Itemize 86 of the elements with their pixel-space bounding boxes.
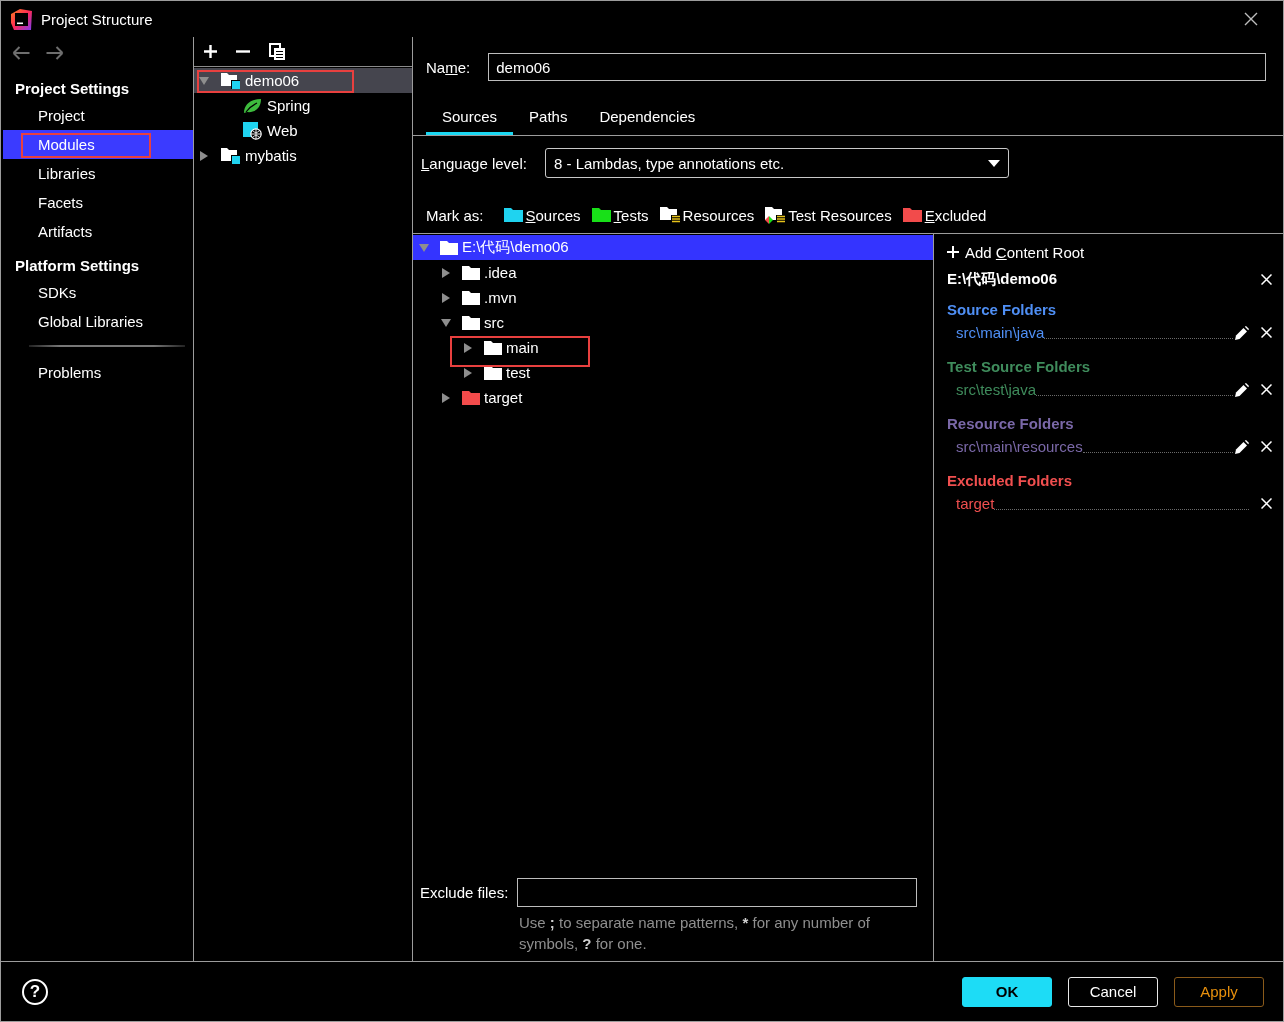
mark-as-option[interactable]: Test Resources [765,206,892,224]
tab[interactable]: Paths [513,101,584,135]
nav-item[interactable]: Libraries [3,159,193,188]
app-logo-icon [11,8,32,30]
nav-item[interactable]: Facets [3,188,193,217]
copy-icon[interactable] [269,43,285,60]
back-arrow-icon[interactable] [12,46,30,60]
mark-as-option[interactable]: Sources [503,206,581,224]
expand-toggle-icon[interactable] [419,242,429,253]
section-heading: Excluded Folders [947,471,1074,491]
section-heading: Source Folders [947,300,1058,320]
expand-toggle-icon[interactable] [441,292,451,303]
dialog-button[interactable]: OK [962,976,1052,1007]
expand-toggle-icon[interactable] [441,317,451,328]
section-heading: Project Settings [14,79,131,99]
folder-icon [591,208,611,222]
help-button[interactable]: ? [22,978,48,1005]
language-level-dropdown[interactable]: 8 - Lambdas, type annotations etc. [545,148,1009,178]
nav-item[interactable]: Project [3,101,193,130]
field-label: Exclude files: [420,884,509,901]
module-folder-icon [221,147,240,164]
add-content-root-button[interactable]: Add Content Root [947,240,1085,264]
folder-icon [462,315,480,330]
tree-item[interactable]: Web [194,118,412,143]
leaf-icon [243,97,262,114]
tree-item[interactable]: demo06 [194,68,412,93]
globe-tile-icon [243,121,262,140]
tree-item[interactable]: E:\代码\demo06 [413,235,933,260]
tab[interactable]: Sources [426,101,514,135]
tree-item[interactable]: src [413,310,933,335]
folder-icon [462,390,480,405]
folder-path: src\main\resources [956,438,1083,455]
nav-item[interactable]: Modules [3,130,193,159]
folder-icon [484,340,502,355]
section-heading: Platform Settings [14,256,141,276]
mark-as-option[interactable]: Resources [659,206,755,224]
field-label: Mark as: [426,206,484,224]
hint-text: Use ; to separate name patterns, * for any number of symbols, ? for one. [519,913,872,954]
resource-folder-icon [659,207,680,223]
tree-item[interactable]: mybatis [194,143,412,168]
folder-icon [902,208,922,222]
add-icon[interactable] [204,45,217,58]
field-label: Name: [426,58,471,76]
pencil-icon[interactable] [1235,325,1249,340]
tree-item[interactable]: test [413,360,933,385]
field-label: Language level: [421,154,528,172]
tab[interactable]: Dependencies [583,101,712,135]
expand-toggle-icon[interactable] [463,367,473,378]
module-folder-icon [221,72,240,89]
folder-path: src\main\java [956,324,1045,341]
section-heading: Test Source Folders [947,357,1092,377]
tree-item[interactable]: target [413,385,933,410]
nav-item[interactable]: SDKs [3,278,193,307]
expand-toggle-icon[interactable] [441,267,451,278]
dialog-button[interactable]: Cancel [1068,976,1158,1007]
caret-icon [988,159,1000,167]
mark-as-option[interactable]: Excluded [902,206,987,224]
mark-as-option[interactable]: Tests [591,206,649,224]
tree-item[interactable]: main [413,335,933,360]
window-title: Project Structure [41,10,153,28]
folder-icon [503,208,523,222]
folder-icon [462,290,480,305]
nav-item[interactable]: Global Libraries [3,307,193,336]
exclude-files-field[interactable] [517,878,918,907]
section-heading: Resource Folders [947,414,1075,434]
forward-arrow-icon[interactable] [46,46,64,60]
nav-item[interactable]: Problems [3,358,193,387]
pencil-icon[interactable] [1235,439,1249,454]
nav-item[interactable]: Artifacts [3,217,193,246]
expand-toggle-icon[interactable] [463,342,473,353]
tree-item[interactable]: Spring [194,93,412,118]
content-root-path: E:\代码\demo06 [947,269,1058,289]
add-icon [947,246,959,258]
expand-toggle-icon[interactable] [441,392,451,403]
folder-path: target [956,495,995,512]
test-resource-folder-icon [765,206,786,224]
tree-item[interactable]: .idea [413,260,933,285]
tree-item[interactable]: .mvn [413,285,933,310]
expand-toggle-icon[interactable] [199,150,209,161]
name-field[interactable]: demo06 [488,53,1266,81]
folder-path: src\test\java [956,381,1037,398]
pencil-icon[interactable] [1235,382,1249,397]
folder-icon [440,240,458,255]
folder-icon [462,265,480,280]
expand-toggle-icon[interactable] [199,75,209,86]
close-icon[interactable] [1244,12,1258,26]
